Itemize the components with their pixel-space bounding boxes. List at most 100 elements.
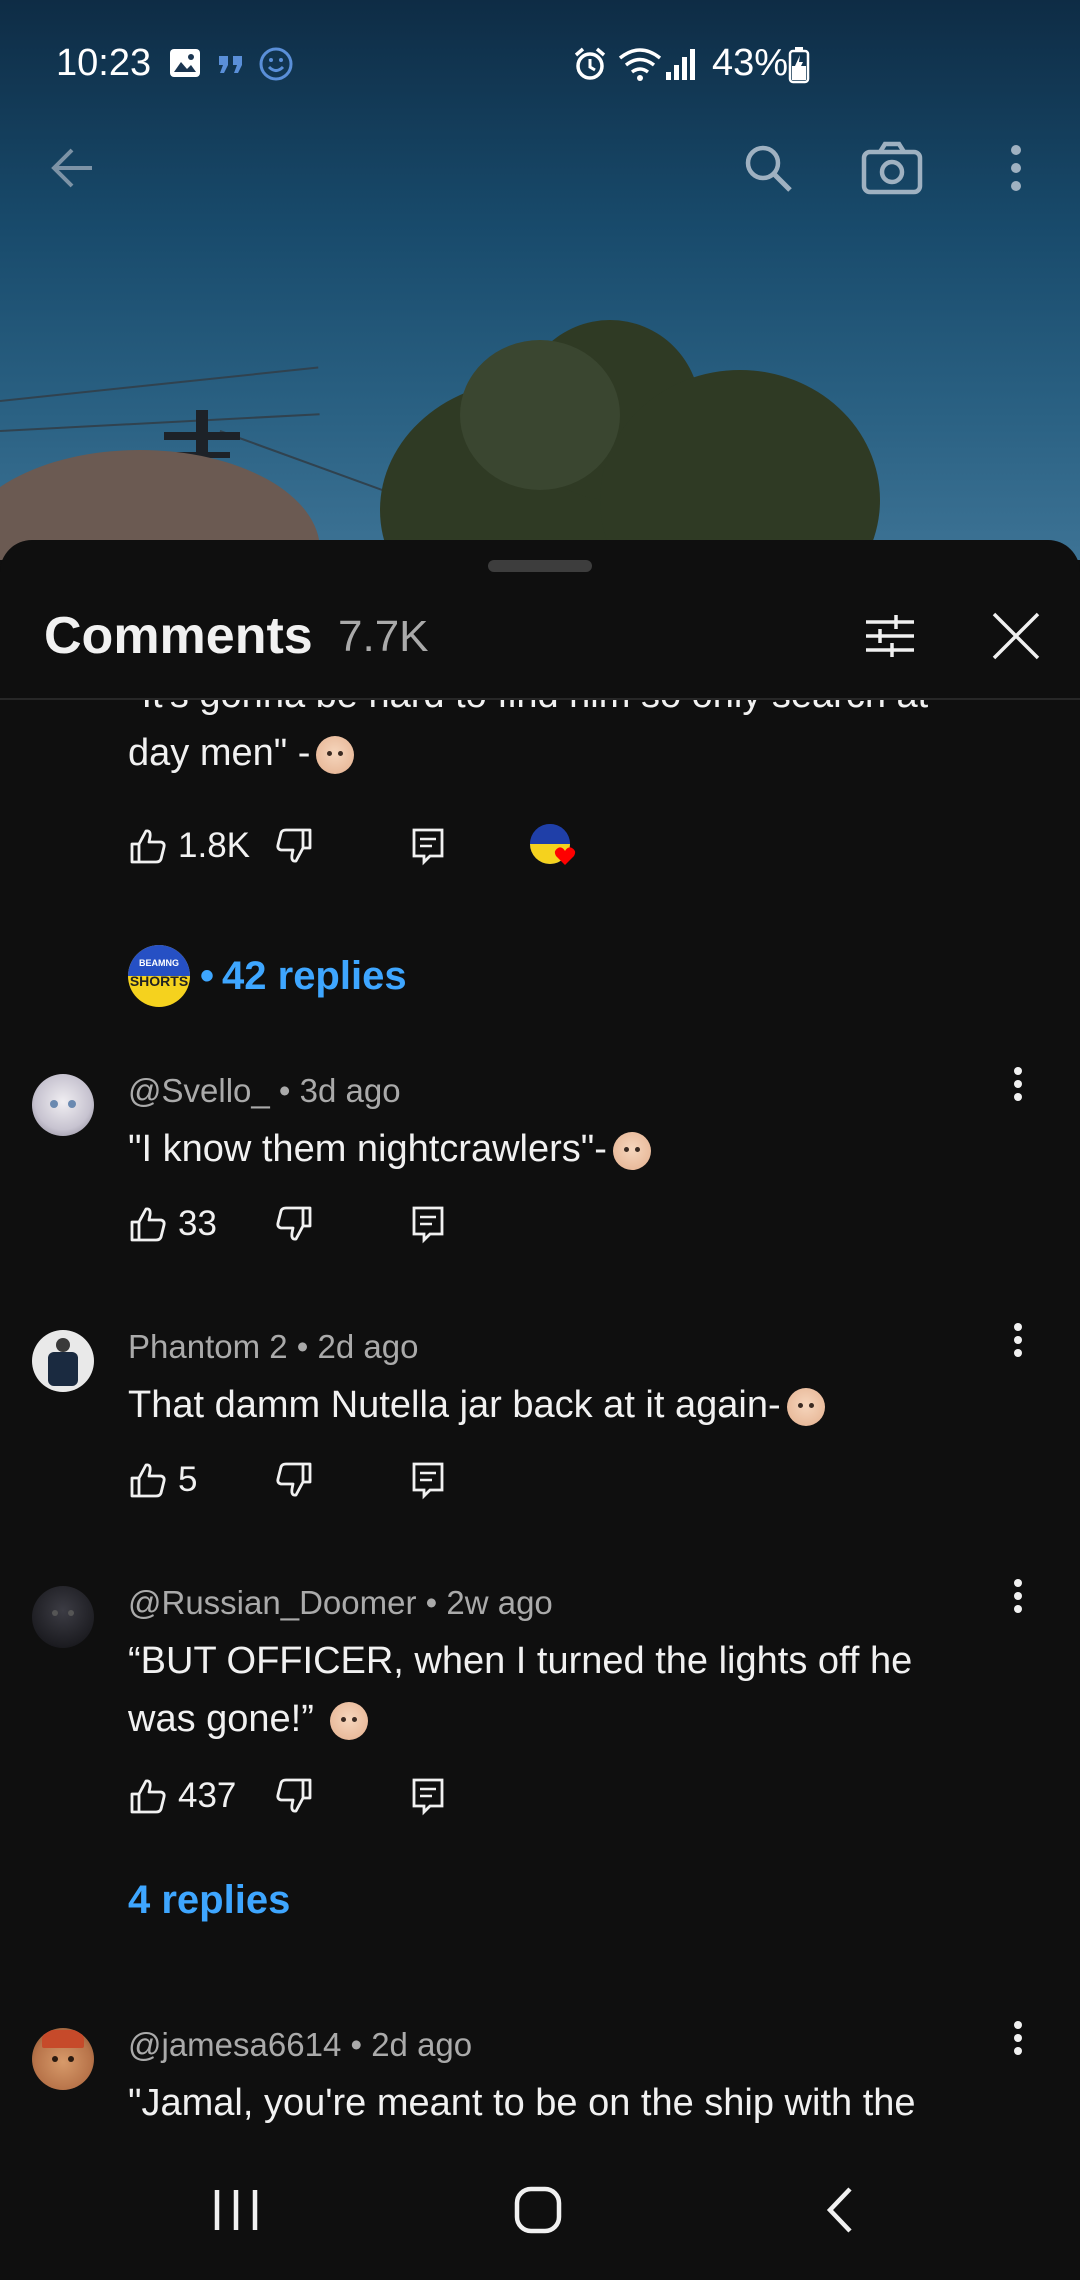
reply-button[interactable] xyxy=(410,1452,446,1508)
thumbs-down-icon xyxy=(276,1206,312,1241)
view-replies-link[interactable]: BEAMNG SHORTS • 42 replies xyxy=(128,944,407,1008)
smile-icon xyxy=(258,46,294,92)
baby-face-emoji xyxy=(316,735,355,774)
thumbs-up-icon xyxy=(130,1463,166,1498)
author-name[interactable]: Phantom 2 xyxy=(128,1328,288,1365)
reply-button[interactable] xyxy=(410,1768,446,1824)
recent-apps-button[interactable] xyxy=(176,2170,296,2250)
comment-list[interactable]: "It's gonna be hard to find him so only … xyxy=(0,700,1080,2140)
back-arrow-icon[interactable] xyxy=(42,136,106,200)
comments-title: Comments xyxy=(44,607,313,665)
status-time: 10:23 xyxy=(56,42,152,84)
comment-text: "I know them nightcrawlers"- xyxy=(128,1120,651,1178)
thumbs-up-icon xyxy=(130,1207,166,1242)
reply-button[interactable] xyxy=(410,818,446,874)
alarm-icon xyxy=(572,46,608,92)
thumbs-down-icon xyxy=(276,1462,312,1497)
replies-count: 42 replies xyxy=(222,953,407,998)
comment-meta: @Russian_Doomer • 2w ago xyxy=(128,1584,553,1621)
back-button[interactable] xyxy=(780,2170,900,2250)
search-icon[interactable] xyxy=(736,136,800,200)
wifi-icon xyxy=(618,46,662,92)
recent-apps-icon xyxy=(214,2190,258,2230)
more-vert-icon xyxy=(1014,1323,1022,1357)
more-vert-icon xyxy=(1014,1067,1022,1101)
like-button[interactable]: 437 xyxy=(128,1768,236,1824)
badge-text-top: BEAMNG xyxy=(139,958,179,968)
creator-avatar: BEAMNG SHORTS xyxy=(128,945,190,1007)
system-nav-bar xyxy=(0,2140,1080,2280)
avatar[interactable] xyxy=(32,1586,94,1648)
comment-actions: 437 xyxy=(128,1768,628,1824)
dislike-button[interactable] xyxy=(274,1196,314,1252)
dislike-button[interactable] xyxy=(274,1452,314,1508)
like-count: 1.8K xyxy=(178,826,250,865)
comment-text: "Jamal, you're meant to be on the ship w… xyxy=(128,2082,916,2124)
camera-icon[interactable] xyxy=(858,136,923,200)
baby-face-emoji xyxy=(330,1701,369,1740)
creator-heart-badge xyxy=(530,818,576,874)
comment-text: day men" - xyxy=(128,724,355,782)
like-button[interactable]: 33 xyxy=(128,1196,217,1252)
author-name[interactable]: @Russian_Doomer xyxy=(128,1584,416,1621)
author-name[interactable]: @jamesa6614 xyxy=(128,2026,341,2063)
like-button[interactable]: 5 xyxy=(128,1452,197,1508)
baby-face-emoji xyxy=(786,1387,825,1426)
view-replies-link[interactable]: 4 replies xyxy=(128,1878,290,1923)
author-name[interactable]: @Svello_ xyxy=(128,1072,270,1109)
like-count: 5 xyxy=(178,1460,198,1499)
comment-age: 2d ago xyxy=(317,1328,419,1365)
gallery-icon xyxy=(168,46,202,90)
comment-more-button[interactable] xyxy=(998,1054,1038,1114)
comment-more-button[interactable] xyxy=(998,1310,1038,1370)
comment-text: “BUT OFFICER, when I turned the lights o… xyxy=(128,1640,913,1682)
like-count: 33 xyxy=(178,1204,217,1243)
battery-percent: 43% xyxy=(712,42,789,84)
back-icon xyxy=(826,2187,852,2233)
heart-icon xyxy=(554,847,576,865)
home-icon xyxy=(514,2186,562,2234)
comment-more-button[interactable] xyxy=(998,2008,1038,2068)
avatar[interactable] xyxy=(32,1074,94,1136)
comments-header: Comments 7.7K xyxy=(0,580,1080,700)
comment-age: 2d ago xyxy=(371,2026,473,2063)
signal-icon xyxy=(664,46,700,92)
like-count: 437 xyxy=(178,1776,237,1815)
comment-actions: 33 xyxy=(128,1196,628,1252)
comment-actions: 5 xyxy=(128,1452,628,1508)
comment-meta: Phantom 2 • 2d ago xyxy=(128,1328,419,1365)
dislike-button[interactable] xyxy=(274,1768,314,1824)
replies-bullet: • xyxy=(200,953,215,998)
battery-icon xyxy=(788,46,810,94)
more-vert-icon[interactable] xyxy=(984,136,1048,200)
comment-age: 3d ago xyxy=(299,1072,401,1109)
thumbs-up-icon xyxy=(130,1779,166,1814)
dislike-button[interactable] xyxy=(274,818,314,874)
reply-icon xyxy=(412,1462,444,1500)
avatar[interactable] xyxy=(32,1330,94,1392)
comment-text: That damm Nutella jar back at it again- xyxy=(128,1376,825,1434)
close-icon[interactable] xyxy=(990,610,1042,662)
drag-handle[interactable] xyxy=(488,560,592,572)
comment-actions: 1.8K xyxy=(128,818,628,874)
comment-text: "It's gonna be hard to find him so only … xyxy=(128,700,928,724)
comment-text: was gone!” xyxy=(128,1690,369,1748)
comments-sheet: Comments 7.7K "It's gonna be hard to fin… xyxy=(0,540,1080,2140)
thumbs-down-icon xyxy=(276,1778,312,1813)
badge-text-bottom: SHORTS xyxy=(129,973,189,989)
more-vert-icon xyxy=(1014,2021,1022,2055)
more-vert-icon xyxy=(1014,1579,1022,1613)
status-bar: 10:23 43% xyxy=(0,0,1080,130)
comment-meta: @Svello_ • 3d ago xyxy=(128,1072,401,1109)
like-button[interactable]: 1.8K xyxy=(128,818,250,874)
thumbs-up-icon xyxy=(130,829,166,864)
baby-face-emoji xyxy=(612,1131,651,1170)
reply-button[interactable] xyxy=(410,1196,446,1252)
comment-age: 2w ago xyxy=(446,1584,553,1621)
avatar[interactable] xyxy=(32,2028,94,2090)
reply-icon xyxy=(412,1206,444,1244)
reply-icon xyxy=(412,1778,444,1816)
sort-filter-icon[interactable] xyxy=(862,608,918,664)
comment-more-button[interactable] xyxy=(998,1566,1038,1626)
home-button[interactable] xyxy=(478,2170,598,2250)
